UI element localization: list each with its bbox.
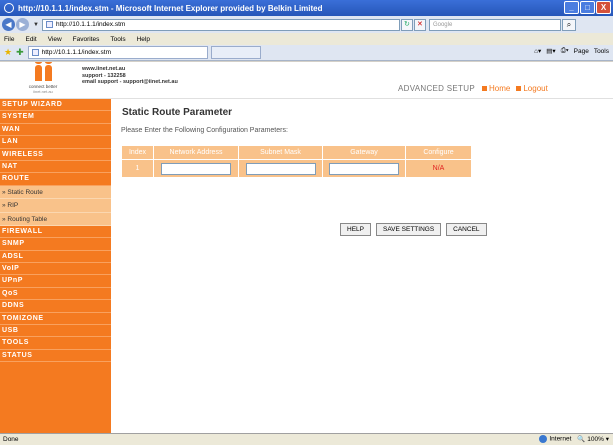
config-prompt: Please Enter the Following Configuration… xyxy=(121,127,288,134)
feeds-icon[interactable]: ▤▾ xyxy=(546,47,555,55)
logout-link[interactable]: Logout xyxy=(516,84,548,93)
col-index: Index xyxy=(121,145,154,160)
contact-email: email support - support@iinet.net.au xyxy=(82,79,178,85)
logout-bullet-icon xyxy=(516,86,522,92)
sidebar-item-status[interactable]: STATUS xyxy=(0,350,111,363)
network-address-input[interactable] xyxy=(161,162,231,175)
page-menu[interactable]: Page xyxy=(574,48,589,55)
sidebar-item-nat[interactable]: NAT xyxy=(0,161,111,174)
forward-button[interactable]: ▶ xyxy=(16,18,29,31)
print-icon[interactable]: ⎙▾ xyxy=(561,47,569,55)
home-bullet-icon xyxy=(482,86,487,92)
sidebar-item-firewall[interactable]: FIREWALL xyxy=(0,226,111,239)
add-favorites-icon[interactable]: ✚ xyxy=(16,47,24,58)
sidebar-item-ddns[interactable]: DDNS xyxy=(0,300,111,313)
maximize-button[interactable]: □ xyxy=(580,1,595,14)
top-links: Home Logout xyxy=(482,84,548,93)
page-icon xyxy=(45,21,53,28)
search-input[interactable]: Google xyxy=(428,18,561,31)
stop-button[interactable]: ✕ xyxy=(413,18,426,31)
sidebar-item-wan[interactable]: WAN xyxy=(0,124,111,137)
close-button[interactable]: X xyxy=(596,1,611,14)
sidebar-item-system[interactable]: SYSTEM xyxy=(0,111,111,124)
tab-bar: ★ ✚ http://10.1.1.1/index.stm ⌂▾ ▤▾ ⎙▾ P… xyxy=(0,45,613,61)
history-dropdown-icon[interactable]: ▼ xyxy=(33,22,39,28)
help-button[interactable]: HELP xyxy=(340,223,371,236)
status-bar: Done Internet 🔍 100% ▾ xyxy=(0,433,613,445)
minimize-button[interactable]: _ xyxy=(564,1,579,14)
back-button[interactable]: ◀ xyxy=(2,18,15,31)
tab-label: http://10.1.1.1/index.stm xyxy=(41,49,111,56)
menu-tools[interactable]: Tools xyxy=(110,36,125,43)
col-configure: Configure xyxy=(405,145,472,160)
address-field[interactable]: http://10.1.1.1/index.stm xyxy=(41,18,400,31)
sidebar-item-qos[interactable]: QoS xyxy=(0,288,111,301)
col-network-address: Network Address xyxy=(153,145,239,160)
zoom-control[interactable]: 🔍 100% ▾ xyxy=(577,435,609,443)
status-text: Done xyxy=(3,436,19,443)
menu-favorites[interactable]: Favorites xyxy=(73,36,100,43)
col-gateway: Gateway xyxy=(322,145,406,160)
sidebar: SETUP WIZARD SYSTEM WAN LAN WIRELESS NAT… xyxy=(0,99,111,433)
sidebar-item-tools[interactable]: TOOLS xyxy=(0,337,111,350)
page-title: Static Route Parameter xyxy=(122,107,233,118)
sidebar-item-route[interactable]: ROUTE xyxy=(0,173,111,186)
menu-edit[interactable]: Edit xyxy=(25,36,36,43)
network-address-cell xyxy=(153,159,239,178)
sidebar-item-setup-wizard[interactable]: SETUP WIZARD xyxy=(0,99,111,112)
search-icon[interactable]: ⌕ xyxy=(561,18,576,31)
menu-view[interactable]: View xyxy=(48,36,62,43)
gateway-input[interactable] xyxy=(329,162,399,175)
sidebar-item-wireless[interactable]: WIRELESS xyxy=(0,149,111,161)
new-tab-button[interactable] xyxy=(210,46,261,59)
sidebar-item-usb[interactable]: USB xyxy=(0,325,111,338)
subnet-mask-cell xyxy=(238,159,323,178)
command-bar: ⌂▾ ▤▾ ⎙▾ Page Tools xyxy=(534,47,609,55)
tab-current[interactable]: http://10.1.1.1/index.stm xyxy=(27,46,208,59)
row-index: 1 xyxy=(121,159,154,178)
sidebar-item-voip[interactable]: VoIP xyxy=(0,263,111,276)
subnet-mask-input[interactable] xyxy=(245,162,316,175)
home-link[interactable]: Home xyxy=(482,84,510,93)
window-title-bar: http://10.1.1.1/index.stm - Microsoft In… xyxy=(0,0,613,16)
sidebar-item-upnp[interactable]: UPnP xyxy=(0,275,111,288)
menu-file[interactable]: File xyxy=(4,36,14,43)
menu-help[interactable]: Help xyxy=(137,36,150,43)
favorites-star-icon[interactable]: ★ xyxy=(4,47,12,58)
window-controls: _ □ X xyxy=(564,1,611,14)
iinet-logo: connect better iinet.net.au xyxy=(20,62,66,97)
ie-icon xyxy=(4,3,14,13)
tools-menu[interactable]: Tools xyxy=(594,48,609,55)
logo-site: iinet.net.au xyxy=(33,89,53,94)
action-buttons: HELP SAVE SETTINGS CANCEL xyxy=(340,223,487,236)
col-subnet-mask: Subnet Mask xyxy=(238,145,323,160)
configure-value: N/A xyxy=(405,159,472,178)
save-settings-button[interactable]: SAVE SETTINGS xyxy=(375,223,442,236)
address-url: http://10.1.1.1/index.stm xyxy=(55,20,126,28)
window-title: http://10.1.1.1/index.stm - Microsoft In… xyxy=(18,3,323,13)
home-icon[interactable]: ⌂▾ xyxy=(534,47,541,55)
sidebar-item-adsl[interactable]: ADSL xyxy=(0,251,111,264)
globe-icon xyxy=(539,435,548,443)
sidebar-subitem-static-route[interactable]: » Static Route xyxy=(0,185,111,200)
section-label: ADVANCED SETUP xyxy=(398,84,475,93)
sidebar-item-snmp[interactable]: SNMP xyxy=(0,238,111,251)
page-content: connect better iinet.net.au www.iinet.ne… xyxy=(0,62,613,433)
zone-indicator: Internet xyxy=(539,435,571,443)
gateway-cell xyxy=(322,159,406,178)
sidebar-subitem-routing-table[interactable]: » Routing Table xyxy=(0,212,111,226)
menu-bar: File Edit View Favorites Tools Help xyxy=(0,33,613,45)
status-right: Internet 🔍 100% ▾ xyxy=(539,435,609,443)
tab-page-icon xyxy=(31,49,39,56)
table-row: 1 N/A xyxy=(121,159,472,178)
sidebar-item-lan[interactable]: LAN xyxy=(0,136,111,149)
static-route-table: Index Network Address Subnet Mask Gatewa… xyxy=(121,145,472,178)
sidebar-subitem-rip[interactable]: » RIP xyxy=(0,199,111,213)
sidebar-item-tomizone[interactable]: TOMIZONE xyxy=(0,313,111,326)
refresh-button[interactable]: ↻ xyxy=(400,18,413,31)
router-header: connect better iinet.net.au www.iinet.ne… xyxy=(0,62,613,99)
cancel-button[interactable]: CANCEL xyxy=(446,223,487,236)
contact-info: www.iinet.net.au support - 132258 email … xyxy=(82,66,178,86)
address-toolbar: ◀ ▶ ▼ http://10.1.1.1/index.stm ↻ ✕ Goog… xyxy=(0,16,613,33)
